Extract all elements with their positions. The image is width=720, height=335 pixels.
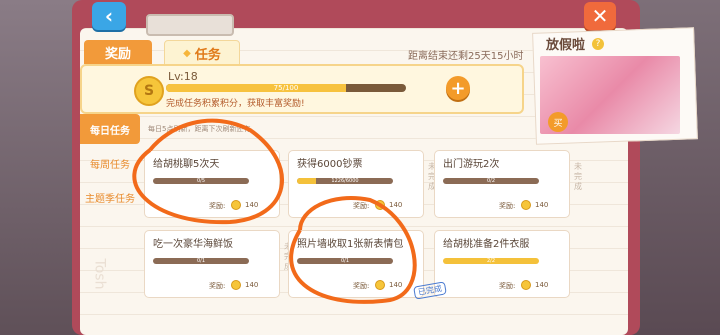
reward-value: 140 — [535, 201, 549, 209]
plus-button[interactable]: + — [446, 76, 470, 100]
close-button[interactable]: ✕ — [584, 2, 616, 30]
status-label: 未完成 — [574, 162, 582, 191]
buy-button[interactable]: 买 — [548, 112, 568, 132]
vacation-title: 放假啦 — [546, 38, 586, 53]
reward-value: 140 — [245, 281, 259, 289]
back-icon: ‹ — [104, 4, 114, 28]
coin-icon — [375, 200, 385, 210]
diamond-icon: ◆ — [183, 47, 191, 59]
watermark-text: Tosh — [91, 258, 108, 290]
side-item-weekly[interactable]: 每周任务 — [80, 148, 140, 178]
task-progress-text: 0/1 — [196, 258, 206, 264]
close-icon: ✕ — [591, 4, 609, 28]
task-progress-text: 1226/6000 — [331, 178, 359, 184]
tab-task[interactable]: ◆ 任务 — [164, 40, 240, 66]
task-title: 给胡桃准备2件衣服 — [443, 239, 530, 250]
coin-icon: S — [134, 76, 164, 106]
side-nav: 每日任务 每周任务 主题季任务 — [80, 114, 140, 216]
task-progress-text: 0/1 — [340, 258, 350, 264]
task-card[interactable]: 照片墙收取1张新表情包 0/1 奖励: 140 — [288, 230, 424, 298]
reward-value: 140 — [535, 281, 549, 289]
reward-value: 140 — [245, 201, 259, 209]
refresh-note: 每日5点刷新，距离下次刷新还有 — [148, 125, 251, 133]
task-progress-text: 0/2 — [486, 178, 496, 184]
reward-value: 140 — [389, 201, 403, 209]
countdown-text: 距离结束还剩25天15小时 — [408, 51, 524, 62]
task-title: 出门游玩2次 — [443, 159, 500, 170]
reward-label: 奖励: — [209, 202, 226, 210]
reward-label: 奖励: — [499, 202, 516, 210]
level-label: Lv:18 — [168, 70, 198, 83]
coin-icon — [521, 200, 531, 210]
binder-clip — [146, 14, 234, 36]
tab-reward[interactable]: 奖励 — [84, 40, 152, 64]
coin-icon — [521, 280, 531, 290]
task-card[interactable]: 出门游玩2次 0/2 奖励: 140 — [434, 150, 570, 218]
help-icon[interactable]: ? — [592, 38, 604, 50]
tab-task-label: 任务 — [194, 47, 221, 63]
task-title: 吃一次豪华海鲜饭 — [153, 239, 233, 250]
coin-icon — [375, 280, 385, 290]
reward-label: 奖励: — [209, 282, 226, 290]
reward-label: 奖励: — [353, 282, 370, 290]
task-card[interactable]: 给胡桃聊5次天 0/5 奖励: 140 — [144, 150, 280, 218]
level-description: 完成任务积累积分，获取丰富奖励! — [166, 99, 305, 109]
back-button[interactable]: ‹ — [92, 2, 126, 30]
level-progress-text: 75/100 — [273, 84, 299, 92]
task-title: 获得6000钞票 — [297, 159, 363, 170]
coin-icon — [231, 280, 241, 290]
task-card[interactable]: 给胡桃准备2件衣服 2/2 奖励: 140 — [434, 230, 570, 298]
side-item-daily[interactable]: 每日任务 — [80, 114, 140, 144]
task-card[interactable]: 获得6000钞票 1226/6000 奖励: 140 — [288, 150, 424, 218]
task-title: 给胡桃聊5次天 — [153, 159, 220, 170]
side-item-theme[interactable]: 主题季任务 — [80, 182, 140, 212]
task-card[interactable]: 吃一次豪华海鲜饭 0/1 奖励: 140 — [144, 230, 280, 298]
tab-reward-label: 奖励 — [104, 46, 131, 62]
task-title: 照片墙收取1张新表情包 — [297, 239, 404, 250]
reward-value: 140 — [389, 281, 403, 289]
reward-label: 奖励: — [499, 282, 516, 290]
task-progress-text: 2/2 — [486, 258, 496, 264]
coin-icon — [231, 200, 241, 210]
task-progress-text: 0/5 — [196, 178, 206, 184]
reward-label: 奖励: — [353, 202, 370, 210]
